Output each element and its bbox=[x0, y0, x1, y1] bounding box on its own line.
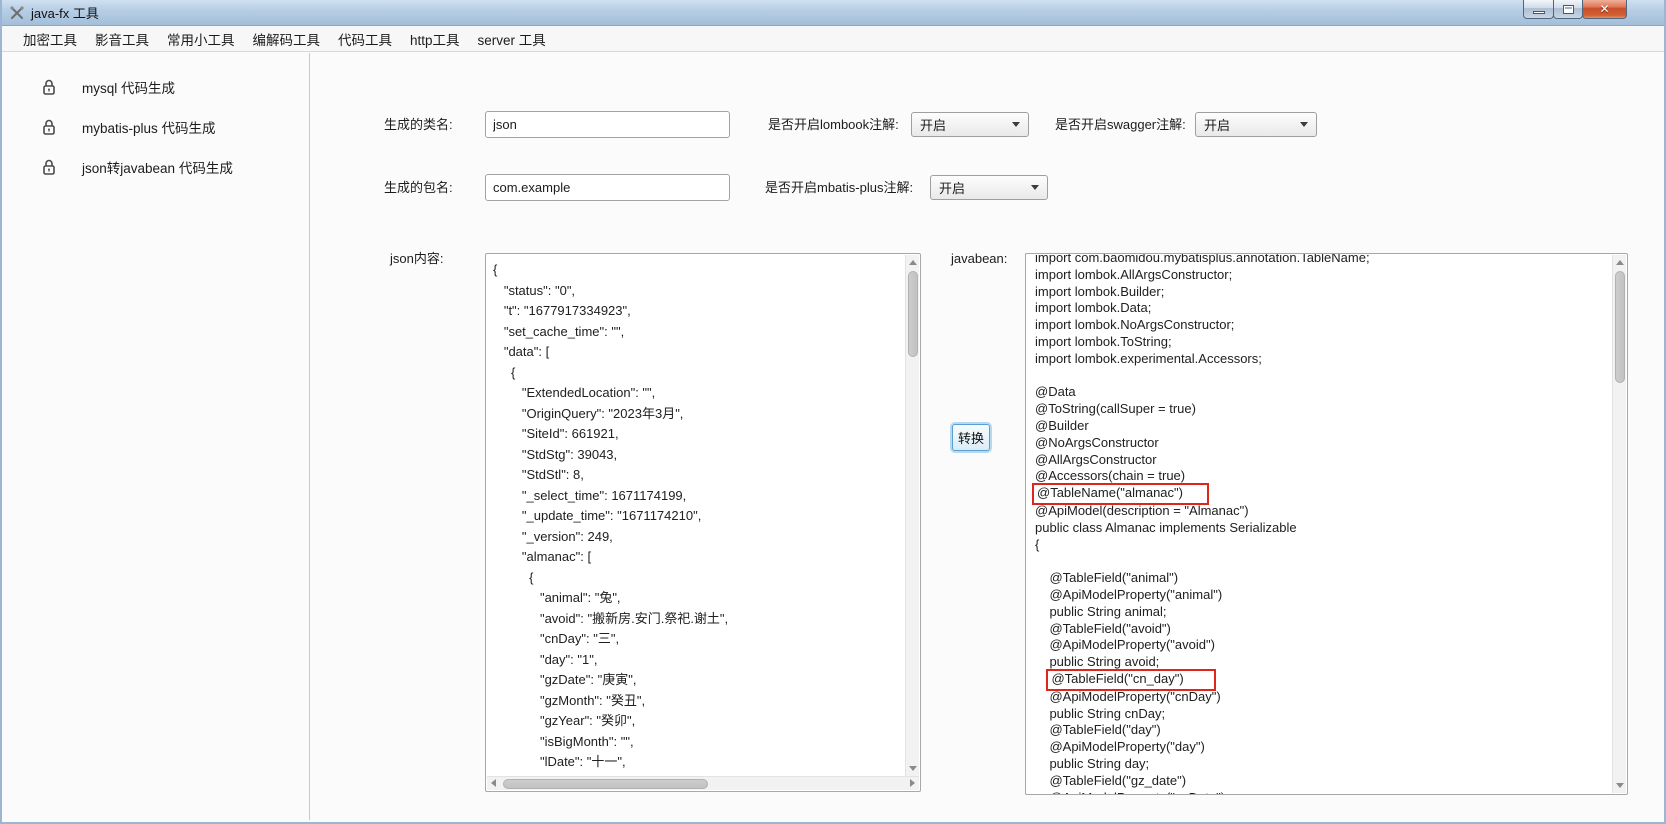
scroll-up-icon[interactable] bbox=[1616, 260, 1624, 265]
maximize-button[interactable] bbox=[1553, 0, 1583, 19]
json-vertical-scrollbar[interactable] bbox=[905, 255, 919, 776]
swagger-toggle-label: 是否开启swagger注解: bbox=[1055, 111, 1186, 138]
sidebar-item-label: mysql 代码生成 bbox=[82, 77, 175, 97]
mybatis-toggle-label: 是否开启mbatis-plus注解: bbox=[765, 174, 913, 201]
highlight-box-tablename: @TableName("almanac") bbox=[1032, 483, 1209, 505]
scroll-down-icon[interactable] bbox=[909, 766, 917, 771]
highlight-box-cnday: @TableField("cn_day") bbox=[1046, 669, 1215, 691]
scrollbar-thumb[interactable] bbox=[1615, 271, 1625, 383]
convert-button[interactable]: 转换 bbox=[952, 424, 990, 451]
menu-item-codec[interactable]: 编解码工具 bbox=[244, 26, 330, 52]
scroll-left-icon[interactable] bbox=[491, 779, 496, 787]
menu-item-common-tools[interactable]: 常用小工具 bbox=[158, 26, 244, 52]
sidebar-item-mysql-codegen[interactable]: mysql 代码生成 bbox=[4, 73, 309, 101]
class-name-label: 生成的类名: bbox=[384, 111, 453, 138]
window-title: java-fx 工具 bbox=[31, 3, 99, 22]
swagger-select[interactable]: 开启 bbox=[1195, 112, 1317, 137]
javabean-code-segment: import com.baomidou.mybatisplus.annotati… bbox=[1035, 253, 1370, 483]
sidebar-item-mybatis-plus-codegen[interactable]: mybatis-plus 代码生成 bbox=[4, 113, 309, 141]
chevron-down-icon bbox=[1031, 185, 1039, 190]
mybatis-selected-value: 开启 bbox=[939, 178, 1031, 197]
scrollbar-thumb[interactable] bbox=[908, 271, 918, 357]
package-name-label: 生成的包名: bbox=[384, 174, 453, 201]
menu-item-server-tools[interactable]: server 工具 bbox=[469, 26, 555, 52]
scroll-up-icon[interactable] bbox=[909, 260, 917, 265]
scroll-down-icon[interactable] bbox=[1616, 783, 1624, 788]
sidebar: mysql 代码生成 mybatis-plus 代码生成 json转java bbox=[4, 53, 310, 820]
maximize-icon bbox=[1563, 5, 1574, 14]
lock-icon bbox=[42, 119, 56, 135]
sidebar-item-label: mybatis-plus 代码生成 bbox=[82, 117, 216, 137]
minimize-icon bbox=[1533, 11, 1545, 14]
lombok-select[interactable]: 开启 bbox=[911, 112, 1029, 137]
lombok-toggle-label: 是否开启lombook注解: bbox=[768, 111, 899, 138]
json-horizontal-scrollbar[interactable] bbox=[487, 776, 919, 790]
menu-item-code-tools[interactable]: 代码工具 bbox=[329, 26, 401, 52]
package-name-input[interactable] bbox=[485, 174, 730, 201]
lock-icon bbox=[42, 79, 56, 95]
main-pane: 生成的类名: 是否开启lombook注解: 开启 是否开启swagger注解: … bbox=[310, 53, 1662, 820]
sidebar-item-json2javabean-codegen[interactable]: json转javabean 代码生成 bbox=[4, 153, 309, 181]
javabean-vertical-scrollbar[interactable] bbox=[1612, 255, 1626, 793]
sidebar-item-label: json转javabean 代码生成 bbox=[82, 157, 233, 177]
javabean-code-segment: @ApiModelProperty("cnDay") public String… bbox=[1035, 689, 1225, 795]
close-button[interactable]: ✕ bbox=[1582, 0, 1627, 19]
title-bar: java-fx 工具 ✕ bbox=[2, 0, 1664, 26]
close-icon: ✕ bbox=[1599, 1, 1609, 18]
chevron-down-icon bbox=[1300, 122, 1308, 127]
json-content-text[interactable]: { "status": "0", "t": "1677917334923", "… bbox=[486, 254, 920, 792]
swagger-selected-value: 开启 bbox=[1204, 115, 1300, 134]
content-area: mysql 代码生成 mybatis-plus 代码生成 json转java bbox=[4, 53, 1662, 820]
scrollbar-thumb[interactable] bbox=[503, 779, 708, 789]
minimize-button[interactable] bbox=[1523, 0, 1554, 19]
javabean-code-segment: @ApiModel(description = "Almanac") publi… bbox=[1035, 503, 1297, 686]
menu-item-media[interactable]: 影音工具 bbox=[86, 26, 158, 52]
lock-icon bbox=[42, 159, 56, 175]
highlighted-annotation: @TableField("cn_day") bbox=[1051, 671, 1183, 686]
highlighted-annotation: @TableName("almanac") bbox=[1037, 485, 1183, 500]
javabean-label: javabean: bbox=[951, 245, 1007, 272]
menu-item-encrypt[interactable]: 加密工具 bbox=[14, 26, 86, 52]
javabean-output-area[interactable]: import com.baomidou.mybatisplus.annotati… bbox=[1025, 253, 1628, 795]
json-input-area[interactable]: { "status": "0", "t": "1677917334923", "… bbox=[485, 253, 921, 792]
scroll-right-icon[interactable] bbox=[910, 779, 915, 787]
class-name-input[interactable] bbox=[485, 111, 730, 138]
lombok-selected-value: 开启 bbox=[920, 115, 1012, 134]
mybatis-select[interactable]: 开启 bbox=[930, 175, 1048, 200]
app-tools-icon bbox=[9, 5, 25, 21]
chevron-down-icon bbox=[1012, 122, 1020, 127]
menu-item-http-tools[interactable]: http工具 bbox=[401, 26, 469, 52]
menu-bar: 加密工具 影音工具 常用小工具 编解码工具 代码工具 http工具 server… bbox=[2, 26, 1664, 52]
json-content-label: json内容: bbox=[390, 245, 443, 272]
javabean-code-text[interactable]: import com.baomidou.mybatisplus.annotati… bbox=[1026, 253, 1627, 795]
window-controls: ✕ bbox=[1524, 0, 1627, 19]
